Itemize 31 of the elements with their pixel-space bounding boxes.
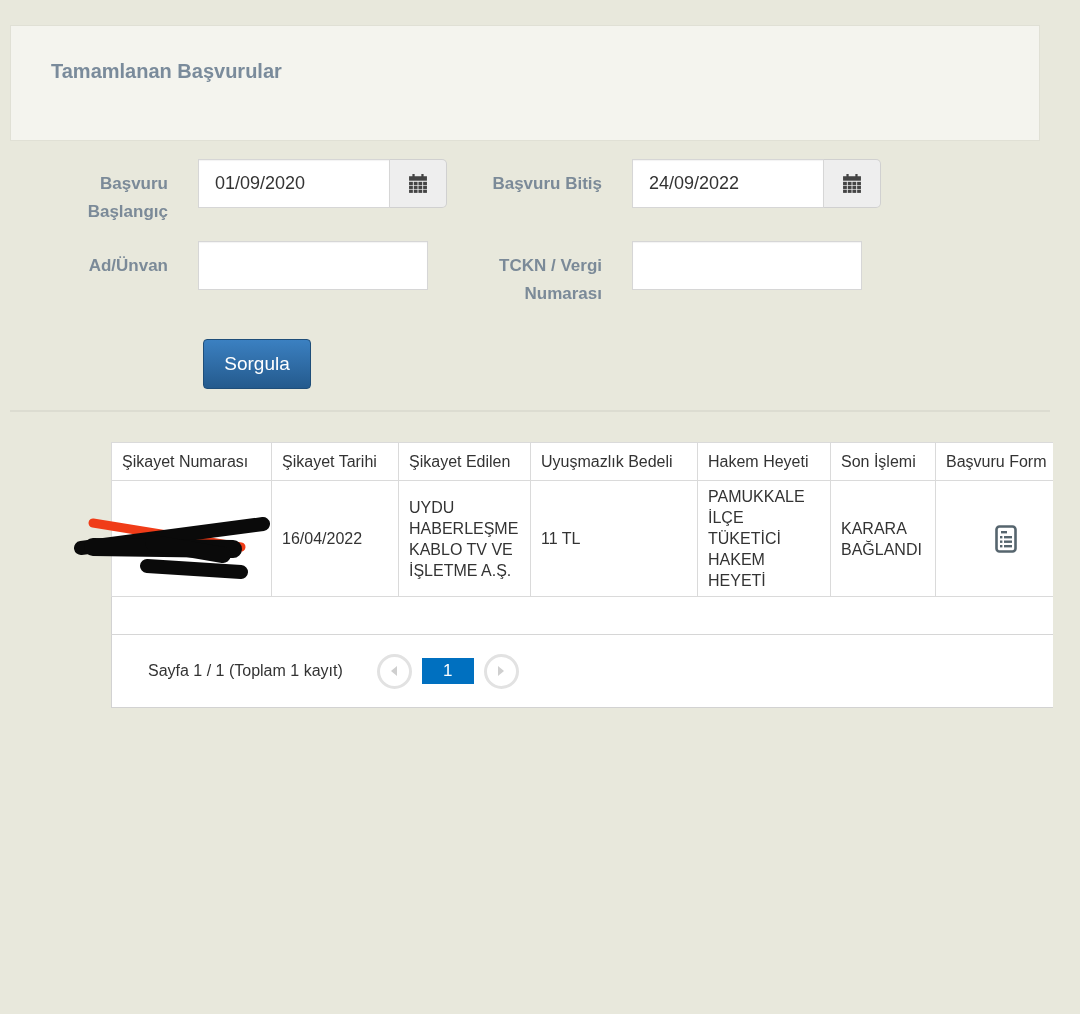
table-cell: PAMUKKALE İLÇE TÜKETİCİ HAKEM HEYETİ: [697, 480, 831, 597]
text-field[interactable]: [632, 241, 862, 290]
column-header: Şikayet Numarası: [111, 442, 272, 481]
column-header: Son İşlemi: [830, 442, 936, 481]
column-header: Şikayet Edilen: [398, 442, 531, 481]
field-label: TCKN / Vergi Numarası: [498, 255, 602, 305]
calendar-icon: [843, 174, 861, 193]
calendar-button[interactable]: [824, 159, 881, 208]
caret-right-icon: [498, 666, 505, 676]
document-list-icon[interactable]: [995, 524, 1017, 553]
query-button[interactable]: Sorgula: [203, 339, 311, 389]
calendar-button[interactable]: [390, 159, 447, 208]
date-field[interactable]: 24/09/2022: [632, 159, 824, 208]
date-field[interactable]: 01/09/2020: [198, 159, 390, 208]
column-header: Hakem Heyeti: [697, 442, 831, 481]
pagination-summary: Sayfa 1 / 1 (Toplam 1 kayıt): [148, 661, 343, 681]
text-field[interactable]: [198, 241, 428, 290]
page-title: Tamamlanan Başvurular: [51, 59, 282, 83]
field-label: Ad/Ünvan: [87, 255, 168, 277]
column-header: Şikayet Tarihi: [271, 442, 399, 481]
column-header: Başvuru Form: [935, 442, 1053, 481]
calendar-icon: [409, 174, 427, 193]
table-cell: UYDU HABERLEŞME KABLO TV VE İŞLETME A.Ş.: [398, 480, 531, 597]
field-label: Başvuru Başlangıç: [86, 173, 168, 223]
table-cell: 16/04/2022: [271, 480, 399, 597]
column-header: Uyuşmazlık Bedeli: [530, 442, 698, 481]
page-button[interactable]: 1: [421, 658, 474, 684]
caret-left-icon: [391, 666, 398, 676]
table-cell: KARARA BAĞLANDI: [830, 480, 936, 597]
table-cell: 11 TL: [530, 480, 698, 597]
field-label: Başvuru Bitiş: [491, 173, 602, 195]
